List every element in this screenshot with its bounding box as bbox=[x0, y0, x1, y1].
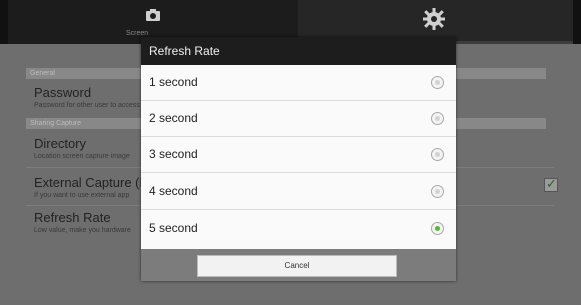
refresh-rate-dialog: Refresh Rate 1 second 2 second 3 second … bbox=[141, 37, 456, 281]
tab-screen-label: Screen bbox=[126, 30, 149, 37]
dialog-title: Refresh Rate bbox=[141, 37, 456, 65]
option-4-second[interactable]: 4 second bbox=[141, 174, 456, 210]
option-label: 3 second bbox=[149, 147, 198, 161]
radio-button-selected[interactable] bbox=[431, 222, 444, 235]
radio-button[interactable] bbox=[431, 112, 444, 125]
option-2-second[interactable]: 2 second bbox=[141, 101, 456, 137]
radio-button[interactable] bbox=[431, 148, 444, 161]
gear-icon bbox=[423, 8, 445, 35]
option-label: 5 second bbox=[149, 221, 198, 235]
option-label: 1 second bbox=[149, 75, 198, 89]
pref-password-title[interactable]: Password bbox=[34, 85, 91, 100]
pref-directory-title[interactable]: Directory bbox=[34, 136, 86, 151]
option-label: 2 second bbox=[149, 111, 198, 125]
pref-directory-summary: Location screen capture image bbox=[34, 153, 130, 160]
pref-refresh-title[interactable]: Refresh Rate bbox=[34, 210, 111, 225]
radio-button[interactable] bbox=[431, 185, 444, 198]
option-1-second[interactable]: 1 second bbox=[141, 65, 456, 101]
camera-icon bbox=[145, 8, 161, 27]
radio-button[interactable] bbox=[431, 76, 444, 89]
option-label: 4 second bbox=[149, 184, 198, 198]
dialog-footer: Cancel bbox=[141, 249, 456, 281]
option-5-second[interactable]: 5 second bbox=[141, 211, 456, 247]
external-capture-checkbox[interactable]: ✓ bbox=[544, 176, 558, 192]
cancel-button[interactable]: Cancel bbox=[197, 255, 397, 277]
checkmark-icon: ✓ bbox=[546, 176, 557, 191]
pref-password-summary: Password for other user to access bbox=[34, 102, 140, 109]
pref-external-summary: If you want to use external app bbox=[34, 192, 130, 199]
pref-refresh-summary: Low value, make you hardware bbox=[34, 227, 131, 234]
option-3-second[interactable]: 3 second bbox=[141, 137, 456, 173]
pref-external-title[interactable]: External Capture (N bbox=[34, 175, 149, 190]
